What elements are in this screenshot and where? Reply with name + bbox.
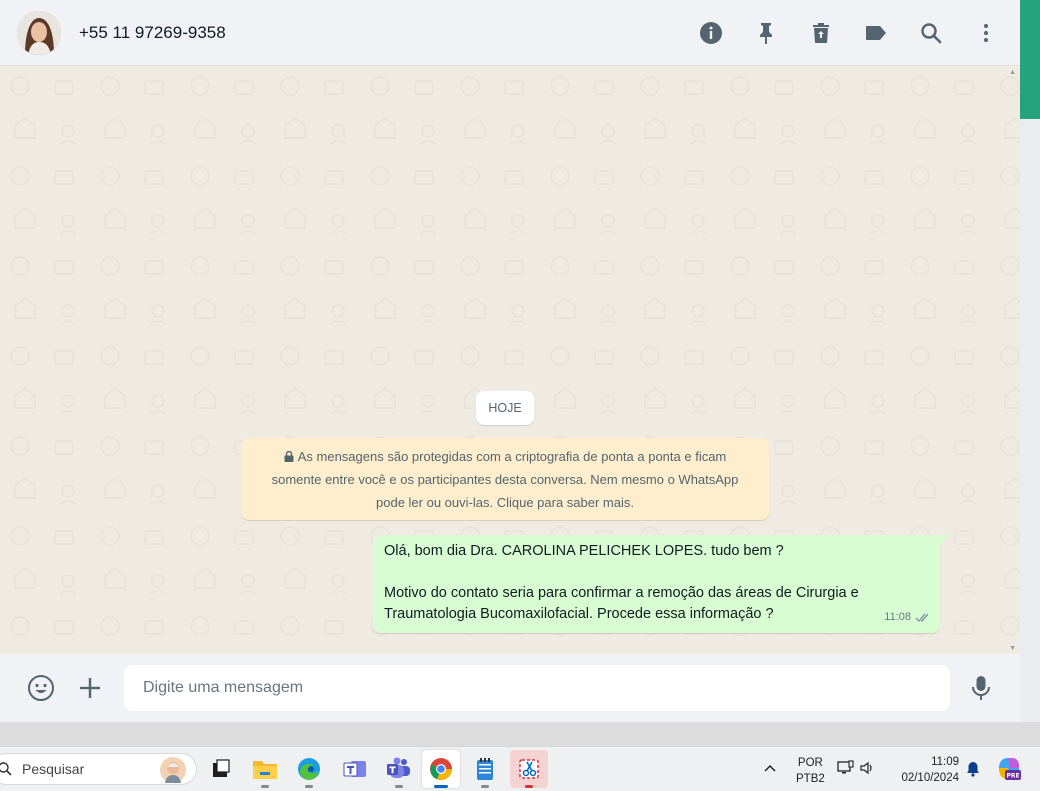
taskbar-snipping-tool[interactable]: [510, 750, 548, 788]
date-chip: HOJE: [476, 391, 534, 425]
chat-area[interactable]: ▲ ▼ HOJE As mensagens são protegidas com…: [0, 66, 1020, 654]
delete-chat-button[interactable]: [809, 21, 833, 45]
taskbar-edge[interactable]: [290, 750, 328, 788]
taskbar-notepad[interactable]: [466, 750, 504, 788]
message-text-line: Olá, bom dia Dra. CAROLINA PELICHEK LOPE…: [384, 543, 784, 559]
taskbar-teams[interactable]: [380, 750, 418, 788]
message-composer: [0, 654, 1020, 722]
system-tray-icons[interactable]: [837, 760, 877, 776]
clock-date: 02/10/2024: [901, 772, 959, 784]
chrome-icon: [430, 758, 453, 781]
copilot-badge: PRE: [1006, 773, 1019, 780]
scroll-down-arrow[interactable]: ▼: [1009, 645, 1016, 652]
notepad-icon: [477, 758, 493, 780]
microphone-icon: [972, 676, 990, 700]
taskbar-clock[interactable]: 11:09 02/10/2024: [896, 754, 959, 786]
message-meta: 11:08: [884, 607, 931, 628]
language-code: POR: [797, 757, 823, 769]
lock-icon: [284, 451, 294, 462]
delete-icon: [813, 22, 829, 43]
taskbar-search[interactable]: Pesquisar: [0, 753, 197, 785]
chat-menu-button[interactable]: [974, 21, 998, 45]
taskbar-chrome[interactable]: [422, 750, 460, 788]
window-gap: [0, 722, 1040, 746]
search-icon: [921, 22, 942, 43]
clock-time: 11:09: [931, 756, 959, 768]
chat-header: +55 11 97269-9358: [0, 0, 1020, 66]
folder-icon: [253, 761, 277, 779]
plus-icon: [80, 678, 100, 698]
attach-button[interactable]: [75, 673, 105, 703]
label-chat-button[interactable]: [864, 21, 888, 45]
keyboard-language[interactable]: POR PTB2: [796, 755, 825, 787]
chevron-up-icon[interactable]: [762, 761, 778, 777]
windows-taskbar: Pesquisar POR PTB2 11:09 02/10/2024 PRE: [0, 746, 1040, 791]
label-icon: [866, 25, 886, 40]
encryption-notice[interactable]: As mensagens são protegidas com a cripto…: [241, 438, 769, 520]
message-text-line: Traumatologia Bucomaxilofacial. Procede …: [384, 606, 774, 622]
search-icon: [0, 762, 12, 776]
contact-info-button[interactable]: [699, 21, 723, 45]
outgoing-message[interactable]: Olá, bom dia Dra. CAROLINA PELICHEK LOPE…: [373, 535, 948, 633]
copilot-icon[interactable]: PRE: [996, 756, 1022, 782]
pin-icon: [760, 22, 772, 44]
taskbar-search-label: Pesquisar: [22, 761, 85, 777]
voice-message-button[interactable]: [966, 673, 996, 703]
encryption-notice-line: pode ler ou ouvi-las. Clique para saber …: [376, 495, 634, 510]
emoji-icon: [28, 675, 54, 701]
scroll-up-arrow[interactable]: ▲: [1009, 69, 1016, 76]
taskbar-teams-classic[interactable]: [336, 750, 374, 788]
encryption-notice-line: As mensagens são protegidas com a cripto…: [297, 449, 727, 464]
snipping-tool-icon: [519, 759, 539, 779]
task-view-icon: [213, 759, 230, 777]
contact-name[interactable]: +55 11 97269-9358: [79, 23, 226, 43]
teams-icon: [387, 757, 410, 778]
message-time: 11:08: [884, 611, 911, 623]
message-text-line: Motivo do contato seria para confirmar a…: [384, 585, 859, 601]
taskbar-file-explorer[interactable]: [246, 750, 284, 788]
info-icon: [700, 21, 722, 44]
edge-icon: [298, 758, 320, 780]
message-input[interactable]: [124, 665, 950, 711]
side-panel-accent: [1020, 0, 1040, 119]
header-actions: [668, 21, 998, 45]
search-highlight-icon: [160, 757, 186, 783]
pin-chat-button[interactable]: [754, 21, 778, 45]
keyboard-layout: PTB2: [796, 773, 825, 785]
encryption-notice-line: somente entre você e os participantes de…: [271, 472, 739, 487]
side-panel-strip: [1020, 0, 1040, 722]
search-chat-button[interactable]: [919, 21, 943, 45]
double-check-icon: [915, 613, 929, 623]
contact-avatar[interactable]: [17, 10, 61, 55]
menu-icon: [984, 23, 988, 42]
emoji-button[interactable]: [26, 673, 56, 703]
teams-icon: [343, 761, 366, 777]
taskbar-task-view[interactable]: [202, 750, 240, 788]
volume-icon: [860, 761, 872, 775]
network-icon: [837, 760, 854, 774]
notification-bell-icon[interactable]: [965, 761, 981, 777]
